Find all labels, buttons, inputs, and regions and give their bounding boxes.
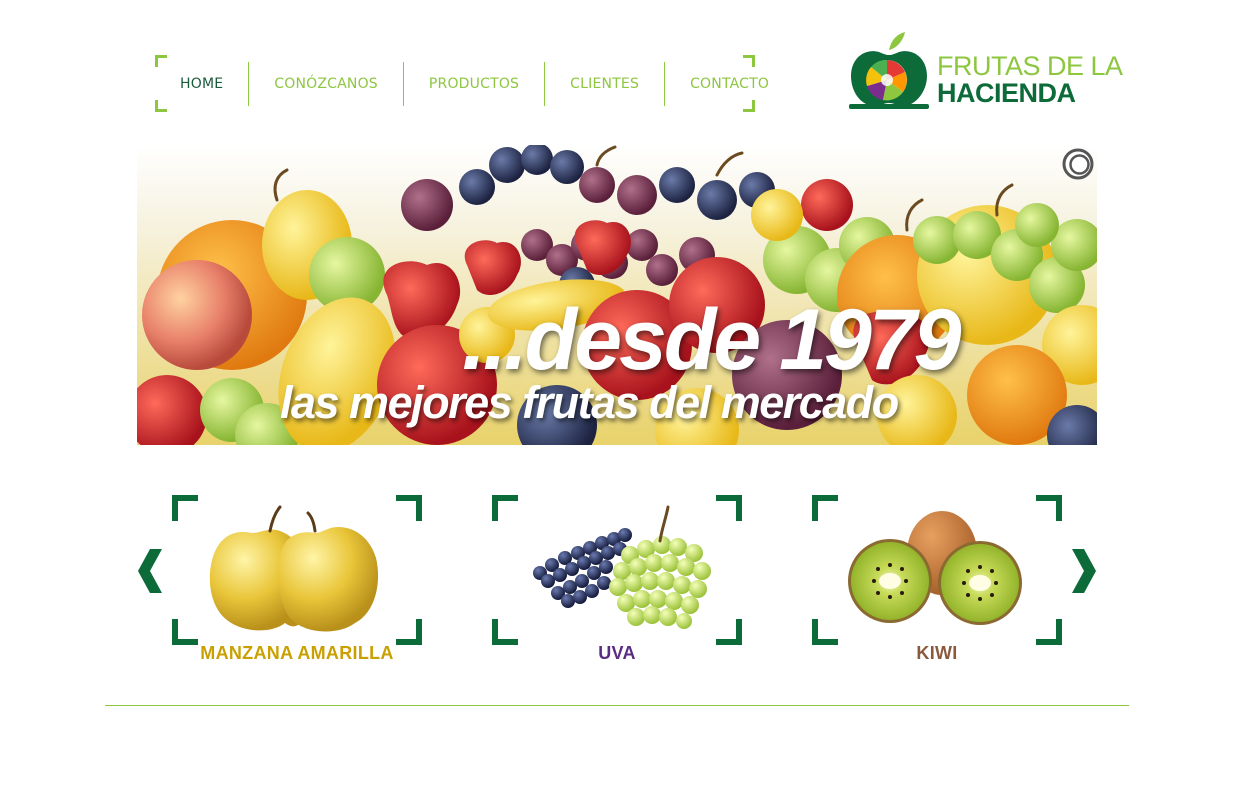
site-logo[interactable]: FRUTAS DE LA HACIENDA [849, 32, 1123, 110]
product-name: UVA [598, 643, 636, 663]
product-frame [812, 495, 1062, 645]
logo-text-line1: FRUTAS DE LA [937, 51, 1123, 81]
yellow-apples-image [209, 505, 379, 632]
hero-banner: ...desde 1979 las mejores frutas del mer… [137, 145, 1097, 445]
carousel-next-button[interactable] [1066, 547, 1098, 595]
banner-subheadline: las mejores frutas del mercado [280, 377, 899, 428]
main-navigation: HOME CONÓZCANOS PRODUCTOS CLIENTES CONTA… [155, 55, 769, 112]
banner-headline: ...desde 1979 [462, 292, 961, 388]
chevron-left-icon [138, 549, 162, 593]
product-name: MANZANA AMARILLA [200, 643, 394, 663]
kiwi-image [848, 511, 1022, 625]
product-name: KIWI [916, 643, 958, 663]
product-card-kiwi[interactable]: KIWI [812, 495, 1062, 667]
grapes-image [533, 505, 711, 629]
nav-item-conozcanos[interactable]: CONÓZCANOS [249, 76, 403, 92]
footer-divider [105, 705, 1129, 706]
carousel-prev-button[interactable] [136, 547, 168, 595]
nav-item-productos[interactable]: PRODUCTOS [404, 76, 544, 92]
product-frame [492, 495, 742, 645]
product-card-manzana-amarilla[interactable]: MANZANA AMARILLA [172, 495, 422, 667]
apple-logo-icon [849, 32, 929, 109]
nav-item-contacto[interactable]: CONTACTO [665, 76, 794, 92]
logo-text-line2: HACIENDA [937, 78, 1076, 108]
product-card-uva[interactable]: UVA [492, 495, 742, 667]
slider-pause-icon[interactable] [1062, 148, 1094, 180]
product-frame [172, 495, 422, 645]
chevron-right-icon [1072, 549, 1096, 593]
nav-menu: HOME CONÓZCANOS PRODUCTOS CLIENTES CONTA… [155, 62, 794, 106]
nav-item-home[interactable]: HOME [155, 76, 248, 92]
nav-item-clientes[interactable]: CLIENTES [545, 76, 664, 92]
